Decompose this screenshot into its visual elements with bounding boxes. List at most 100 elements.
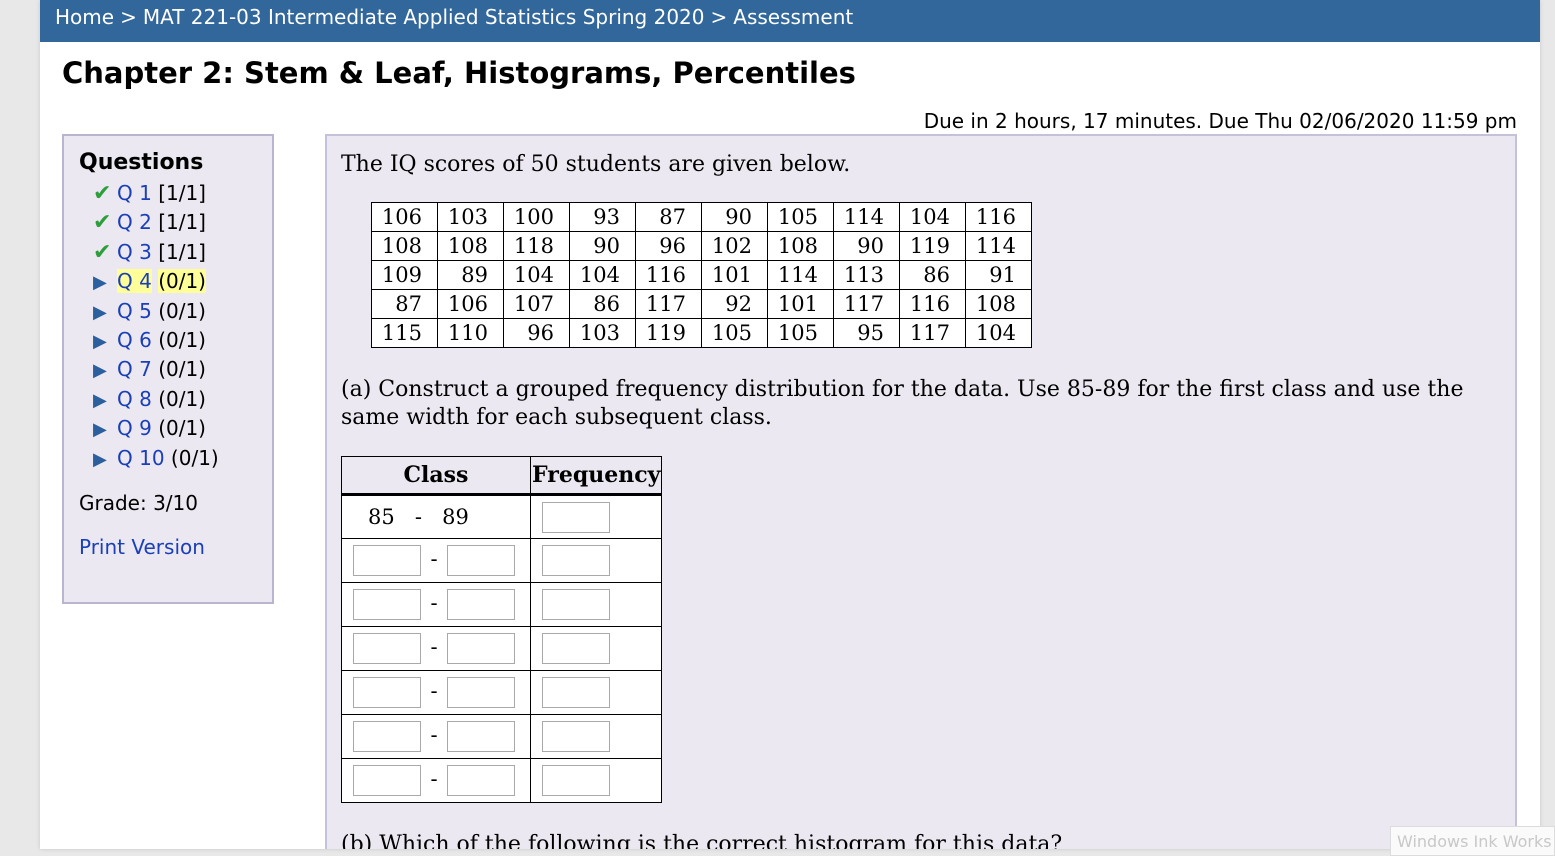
score-cell: 117 <box>635 289 702 319</box>
score-cell: 117 <box>833 289 900 319</box>
class-column-header: Class <box>341 456 531 496</box>
class-dash: - <box>430 723 438 747</box>
question-nav-item[interactable]: ▶ Q 6 (0/1) <box>93 326 272 355</box>
class-upper-input[interactable] <box>447 765 515 796</box>
class-lower-input[interactable] <box>353 545 421 576</box>
score-cell: 87 <box>635 202 702 232</box>
question-nav-item[interactable]: ▶ Q 5 (0/1) <box>93 297 272 326</box>
check-icon: ✔ <box>93 210 112 236</box>
frequency-input[interactable] <box>542 589 610 620</box>
breadcrumb-current: Assessment <box>733 5 854 29</box>
score-cell: 86 <box>899 260 966 290</box>
question-link[interactable]: Q 1 <box>117 181 152 205</box>
question-score: [1/1] <box>158 210 206 235</box>
class-lower-input[interactable] <box>353 589 421 620</box>
score-cell: 101 <box>701 260 768 290</box>
score-cell: 102 <box>701 231 768 261</box>
question-nav-item[interactable]: ▶ Q 4 (0/1) <box>93 267 272 296</box>
play-triangle-icon: ▶ <box>93 272 107 294</box>
score-cell: 105 <box>701 318 768 348</box>
breadcrumb-separator: > <box>120 5 137 29</box>
question-score: [1/1] <box>158 181 206 205</box>
frequency-input[interactable] <box>542 765 610 796</box>
score-cell: 104 <box>569 260 636 290</box>
class-dash: - <box>430 767 438 791</box>
frequency-table: Class Frequency 85 - 89 ------ <box>341 456 663 803</box>
table-row: 87 106 107 86 117 92 101 117 116 108 <box>371 289 1032 319</box>
score-cell: 114 <box>833 202 900 232</box>
table-row: 109 89 104 104 116 101 114 113 86 91 <box>371 260 1032 290</box>
score-cell: 96 <box>635 231 702 261</box>
iq-scores-table: 106 103 100 93 87 90 105 114 104 116 108 108 118 90 96… <box>371 202 1032 348</box>
breadcrumb-home-link[interactable]: Home <box>55 5 114 29</box>
due-date: Due in 2 hours, 17 minutes. Due Thu 02/0… <box>923 109 1517 133</box>
question-link[interactable]: Q 5 <box>117 299 152 323</box>
question-link[interactable]: Q 8 <box>117 387 152 411</box>
class-upper-input[interactable] <box>447 721 515 752</box>
class-lower-input[interactable] <box>353 765 421 796</box>
score-cell: 103 <box>437 202 504 232</box>
grade-text: Grade: 3/10 <box>79 490 198 515</box>
score-cell: 108 <box>767 231 834 261</box>
question-nav-item[interactable]: ✔ Q 1 [1/1] <box>93 179 272 208</box>
table-row: - <box>341 758 663 803</box>
score-cell: 96 <box>503 318 570 348</box>
page-title: Chapter 2: Stem & Leaf, Histograms, Perc… <box>62 56 856 90</box>
question-nav-item[interactable]: ▶ Q 7 (0/1) <box>93 355 272 384</box>
question-link[interactable]: Q 2 <box>117 210 152 234</box>
score-cell: 116 <box>965 202 1032 232</box>
table-row: 115 110 96 103 119 105 105 95 117 104 <box>371 318 1032 348</box>
class-upper-input[interactable] <box>447 545 515 576</box>
class-cell: - <box>341 670 531 715</box>
question-nav-item[interactable]: ▶ Q 8 (0/1) <box>93 385 272 414</box>
question-nav-item[interactable]: ▶ Q 9 (0/1) <box>93 414 272 443</box>
class-upper-input[interactable] <box>447 677 515 708</box>
question-link[interactable]: Q 9 <box>117 416 152 440</box>
frequency-cell <box>529 538 663 583</box>
breadcrumb: Home > MAT 221-03 Intermediate Applied Sta… <box>40 0 1540 42</box>
print-version-link[interactable]: Print Version <box>79 535 272 559</box>
score-cell: 89 <box>437 260 504 290</box>
frequency-input[interactable] <box>542 721 610 752</box>
score-cell: 104 <box>503 260 570 290</box>
class-lower-input[interactable] <box>353 721 421 752</box>
class-dash: - <box>430 547 438 571</box>
frequency-input[interactable] <box>542 545 610 576</box>
questions-heading: Questions <box>79 150 204 175</box>
score-cell: 87 <box>371 289 438 319</box>
table-row: 85 - 89 <box>341 494 663 539</box>
question-link[interactable]: Q 4 <box>117 269 152 294</box>
windows-ink-overlay: Windows Ink Works <box>1390 826 1555 856</box>
frequency-input[interactable] <box>542 677 610 708</box>
score-cell: 104 <box>899 202 966 232</box>
play-triangle-icon: ▶ <box>93 419 107 441</box>
question-link[interactable]: Q 6 <box>117 328 152 352</box>
first-class-upper: 89 <box>442 505 469 529</box>
class-upper-input[interactable] <box>447 633 515 664</box>
part-b-text: (b) Which of the following is the correc… <box>341 832 1063 849</box>
question-nav-item[interactable]: ✔ Q 3 [1/1] <box>93 238 272 267</box>
class-lower-input[interactable] <box>353 677 421 708</box>
frequency-input[interactable] <box>542 633 610 664</box>
question-navigator: Questions ✔ Q 1 [1/1] ✔ Q 2 [1/1] ✔ Q 3 [1/1]… <box>62 134 274 604</box>
part-a-text: (a) Construct a grouped frequency distri… <box>341 377 1464 430</box>
table-row: - <box>341 538 663 583</box>
score-cell: 108 <box>437 231 504 261</box>
question-nav-item[interactable]: ▶ Q 10 (0/1) <box>93 444 272 473</box>
score-cell: 92 <box>701 289 768 319</box>
score-cell: 118 <box>503 231 570 261</box>
breadcrumb-course-link[interactable]: MAT 221-03 Intermediate Applied Statisti… <box>143 5 705 29</box>
check-icon: ✔ <box>93 181 112 206</box>
score-cell: 109 <box>371 260 438 290</box>
frequency-cell <box>529 582 663 627</box>
question-nav-item[interactable]: ✔ Q 2 [1/1] <box>93 208 272 237</box>
class-upper-input[interactable] <box>447 589 515 620</box>
frequency-input[interactable] <box>542 501 610 533</box>
question-link[interactable]: Q 7 <box>117 357 152 381</box>
question-link[interactable]: Q 10 <box>117 446 165 470</box>
score-cell: 110 <box>437 318 504 348</box>
question-link[interactable]: Q 3 <box>117 240 152 264</box>
class-lower-input[interactable] <box>353 633 421 664</box>
class-cell: - <box>341 714 531 759</box>
score-cell: 108 <box>965 289 1032 319</box>
